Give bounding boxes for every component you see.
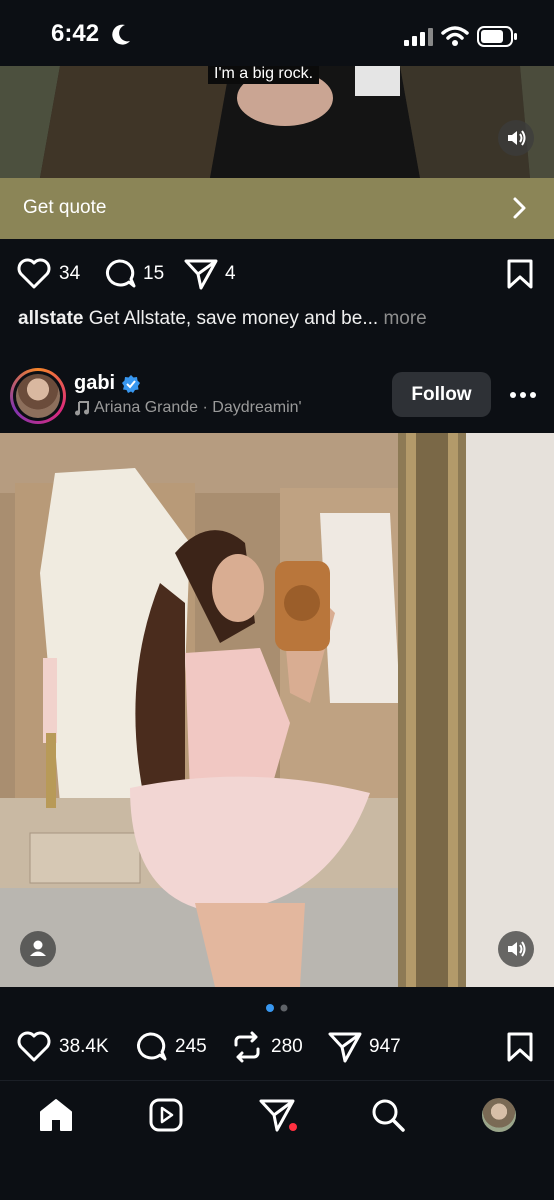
video-subtitle: I'm a big rock. bbox=[208, 66, 320, 84]
direct-messages-icon[interactable] bbox=[258, 1097, 298, 1133]
share-icon[interactable] bbox=[183, 257, 219, 291]
user-tag-icon bbox=[30, 940, 46, 956]
avatar[interactable] bbox=[16, 374, 60, 418]
comment-count: 245 bbox=[175, 1036, 207, 1057]
wifi-icon bbox=[441, 26, 469, 46]
search-icon[interactable] bbox=[370, 1097, 406, 1133]
like-count: 38.4K bbox=[59, 1036, 109, 1057]
notification-dot-icon bbox=[289, 1123, 297, 1131]
speaker-icon bbox=[508, 941, 526, 957]
more-icon[interactable] bbox=[509, 385, 537, 405]
caption-more-link[interactable]: more bbox=[383, 308, 426, 329]
carousel-dot bbox=[280, 1004, 288, 1012]
heart-icon[interactable] bbox=[17, 1031, 51, 1063]
status-time: 6:42 bbox=[51, 20, 100, 47]
comment-icon[interactable] bbox=[134, 1031, 168, 1063]
signal-icon bbox=[404, 28, 433, 46]
ad-share-count: 4 bbox=[225, 263, 236, 284]
profile-avatar[interactable] bbox=[482, 1098, 516, 1132]
reels-icon[interactable] bbox=[148, 1097, 184, 1133]
repost-icon[interactable] bbox=[231, 1031, 263, 1063]
repost-count: 280 bbox=[271, 1036, 303, 1057]
chevron-right-icon bbox=[513, 197, 526, 219]
carousel-dots bbox=[266, 1004, 288, 1012]
bookmark-icon[interactable] bbox=[506, 258, 534, 290]
share-icon[interactable] bbox=[327, 1030, 363, 1064]
mute-button[interactable] bbox=[498, 120, 534, 156]
cta-label: Get quote bbox=[23, 197, 107, 218]
heart-icon[interactable] bbox=[17, 258, 51, 290]
user-tag-button[interactable] bbox=[20, 931, 56, 967]
home-icon[interactable] bbox=[38, 1097, 74, 1133]
photo-mute-button[interactable] bbox=[498, 931, 534, 967]
ad-caption: allstate Get Allstate, save money and be… bbox=[18, 308, 538, 330]
moon-icon bbox=[112, 24, 130, 45]
photo-content bbox=[0, 433, 554, 987]
music-label[interactable]: Ariana Grande · Daydreamin' bbox=[94, 399, 302, 417]
battery-icon bbox=[477, 26, 517, 47]
verified-icon bbox=[122, 375, 140, 393]
bookmark-icon[interactable] bbox=[506, 1031, 534, 1063]
post-username[interactable]: gabi bbox=[74, 372, 115, 395]
comment-icon[interactable] bbox=[103, 258, 137, 290]
post-photo[interactable] bbox=[0, 433, 554, 987]
ad-like-count: 34 bbox=[59, 263, 81, 284]
caption-username[interactable]: allstate bbox=[18, 308, 83, 329]
ad-comment-count: 15 bbox=[143, 263, 165, 284]
share-count: 947 bbox=[369, 1036, 401, 1057]
caption-text: Get Allstate, save money and be... bbox=[83, 308, 384, 329]
music-note-icon bbox=[75, 401, 89, 416]
follow-button[interactable]: Follow bbox=[392, 372, 491, 417]
carousel-dot-active bbox=[266, 1004, 274, 1012]
speaker-icon bbox=[508, 130, 526, 146]
